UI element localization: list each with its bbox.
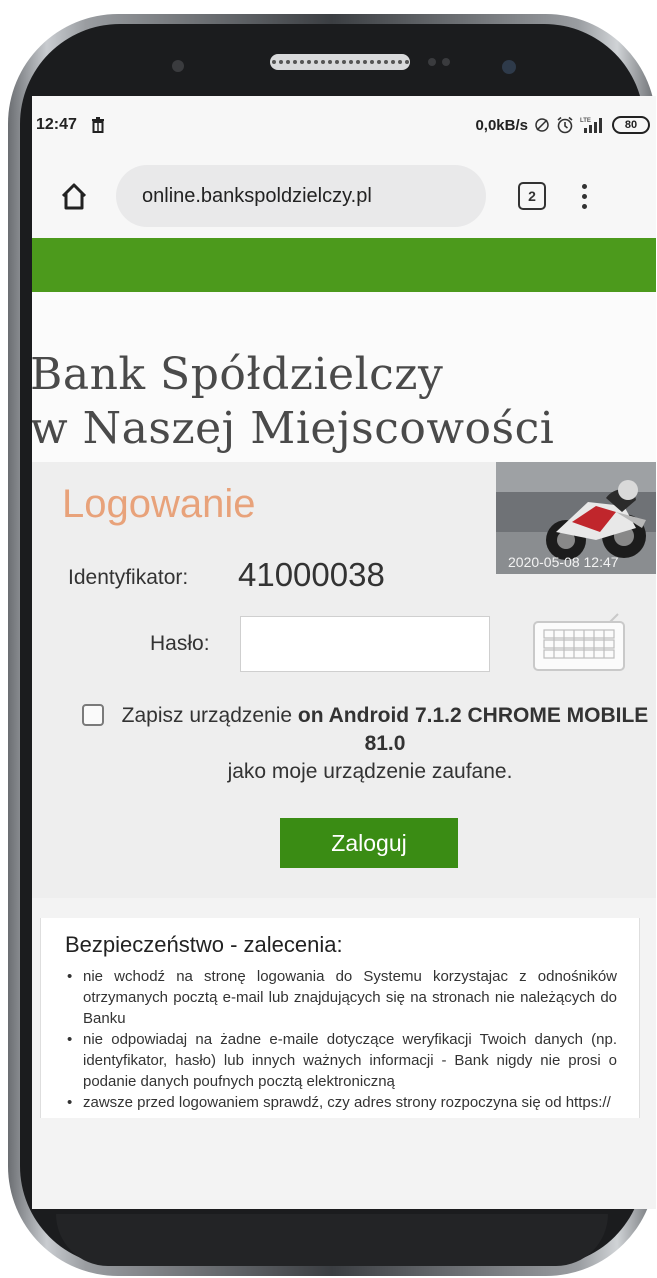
front-camera-icon bbox=[172, 60, 184, 72]
browser-menu-button[interactable] bbox=[582, 183, 587, 209]
phone-bottom-bar bbox=[56, 1214, 608, 1266]
login-panel: Logowanie 2020-05-08 12:47 Identyfikator… bbox=[32, 462, 656, 898]
login-button[interactable]: Zaloguj bbox=[280, 818, 458, 868]
photo-timestamp: 2020-05-08 12:47 bbox=[508, 554, 619, 570]
menu-dot-icon bbox=[582, 203, 587, 209]
password-input[interactable] bbox=[240, 616, 490, 672]
earpiece-speaker bbox=[270, 54, 410, 70]
keyboard-icon bbox=[533, 613, 625, 671]
login-heading: Logowanie bbox=[62, 482, 256, 526]
identifier-value: 41000038 bbox=[238, 556, 385, 593]
password-label: Hasło: bbox=[150, 632, 210, 655]
security-recommendations: Bezpieczeństwo - zalecenia: nie wchodź n… bbox=[40, 918, 640, 1118]
virtual-keyboard-button[interactable] bbox=[526, 612, 630, 674]
bank-header: Bank Spółdzielczy w Naszej Miejscowości bbox=[32, 292, 656, 462]
trusted-device-text: Zapisz urządzenie on Android 7.1.2 CHROM… bbox=[82, 702, 656, 786]
home-icon bbox=[61, 183, 87, 210]
menu-dot-icon bbox=[582, 183, 587, 189]
security-title: Bezpieczeństwo - zalecenia: bbox=[65, 932, 343, 957]
security-item: nie wchodź na stronę logowania do System… bbox=[65, 966, 617, 1029]
trusted-device-prefix: Zapisz urządzenie bbox=[121, 704, 298, 727]
address-bar[interactable]: online.bankspoldzielczy.pl bbox=[116, 165, 486, 227]
status-time: 12:47 bbox=[36, 116, 77, 133]
status-bar: 12:47 0,0kB/s LTE 80 bbox=[32, 96, 656, 154]
network-speed: 0,0kB/s bbox=[475, 116, 528, 134]
battery-icon: 80 bbox=[612, 116, 650, 134]
signal-icon: LTE bbox=[580, 118, 602, 133]
trusted-device-name: on Android 7.1.2 CHROME MOBILE 81.0 bbox=[297, 704, 649, 755]
security-photo: 2020-05-08 12:47 bbox=[496, 462, 656, 574]
bank-name: Bank Spółdzielczy w Naszej Miejscowości bbox=[32, 348, 554, 456]
trusted-device-suffix: jako moje urządzenie zaufane. bbox=[227, 760, 513, 783]
bank-name-line1: Bank Spółdzielczy bbox=[32, 349, 444, 400]
address-bar-url: online.bankspoldzielczy.pl bbox=[142, 184, 372, 207]
data-saver-icon bbox=[535, 118, 549, 132]
menu-dot-icon bbox=[582, 193, 587, 199]
security-item: nie odpowiadaj na żadne e-maile dotycząc… bbox=[65, 1029, 617, 1092]
tab-switcher-button[interactable]: 2 bbox=[518, 182, 546, 210]
home-button[interactable] bbox=[52, 174, 96, 218]
svg-text:LTE: LTE bbox=[580, 118, 591, 124]
selfie-camera-icon bbox=[502, 60, 516, 74]
bank-name-line2: w Naszej Miejscowości bbox=[32, 403, 555, 454]
trash-icon bbox=[91, 117, 104, 133]
security-list: nie wchodź na stronę logowania do System… bbox=[65, 966, 617, 1113]
security-item: zawsze przed logowaniem sprawdź, czy adr… bbox=[65, 1092, 617, 1113]
proximity-sensor-icon bbox=[428, 58, 436, 66]
identifier-label: Identyfikator: bbox=[68, 566, 189, 589]
browser-toolbar: online.bankspoldzielczy.pl 2 bbox=[32, 154, 656, 238]
light-sensor-icon bbox=[442, 58, 450, 66]
site-header-band bbox=[32, 238, 656, 292]
phone-screen: 12:47 0,0kB/s LTE 80 online.bankspoldzie… bbox=[32, 96, 656, 1209]
alarm-icon bbox=[557, 116, 573, 134]
